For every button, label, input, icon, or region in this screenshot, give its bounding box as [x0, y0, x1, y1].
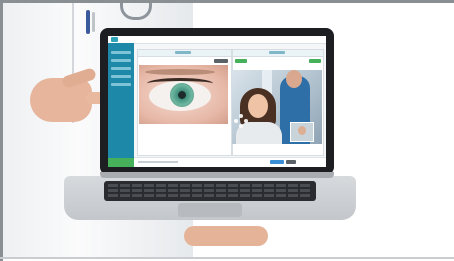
eyebrow	[145, 69, 215, 75]
message-input-line	[138, 161, 178, 163]
call-controls	[234, 114, 248, 128]
keyboard-row	[108, 184, 312, 187]
sidebar-item	[111, 51, 131, 54]
photo-stage	[0, 0, 454, 261]
video-panel-button	[309, 59, 321, 63]
eye-iris	[170, 83, 194, 107]
sidebar-item	[111, 75, 131, 78]
laptop-screen	[108, 36, 326, 167]
keyboard-row	[108, 194, 312, 197]
pen-icon	[92, 12, 95, 32]
sidebar-item	[111, 83, 131, 86]
send-button	[270, 160, 284, 164]
sidebar-bottom-button	[108, 158, 134, 167]
laptop-hinge	[100, 172, 334, 178]
doctor-left-hand	[30, 78, 92, 122]
call-control-dot	[239, 124, 243, 128]
self-view-thumbnail	[290, 122, 314, 142]
image-panel-header	[138, 50, 231, 57]
video-call-feed	[232, 70, 322, 144]
secondary-button	[286, 160, 296, 164]
image-panel-title	[175, 51, 192, 54]
video-panel-header	[233, 50, 323, 57]
eye-photo	[139, 65, 228, 124]
app-logo	[111, 37, 118, 42]
patient-face	[248, 94, 268, 118]
image-panel-button	[214, 59, 228, 63]
doctor-right-hand	[184, 226, 268, 246]
self-view-face	[298, 126, 306, 135]
sidebar-item	[111, 59, 131, 62]
call-control-dot	[239, 114, 243, 118]
sidebar-item	[111, 67, 131, 70]
laptop-trackpad	[178, 203, 242, 217]
call-control-dot	[234, 119, 238, 123]
video-panel-title	[269, 51, 285, 54]
call-control-dot	[244, 119, 248, 123]
pen-icon	[86, 10, 90, 34]
app-sidebar	[108, 43, 134, 167]
frame-border-bottom	[0, 257, 454, 259]
app-topbar	[108, 36, 326, 44]
keyboard-row	[108, 189, 312, 192]
video-panel-button	[235, 59, 247, 63]
remote-doctor-head	[286, 70, 302, 88]
